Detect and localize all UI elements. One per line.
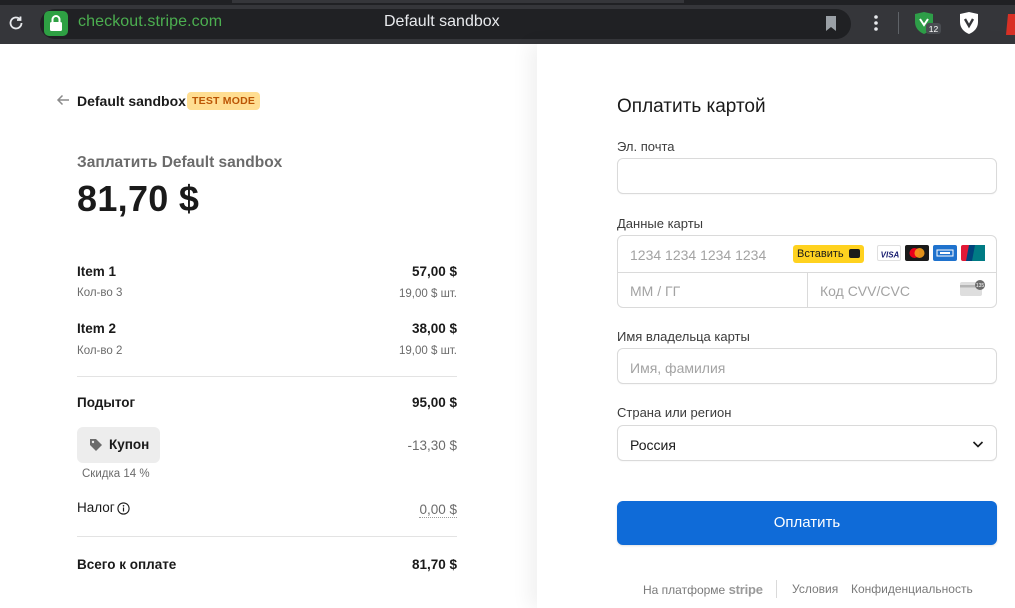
cvc-field[interactable]: Код CVV/CVC (820, 283, 910, 299)
email-field[interactable] (617, 158, 997, 194)
coupon-value: -13,30 $ (407, 438, 457, 453)
powered-by-label: На платформе (643, 583, 726, 597)
cvc-card-icon: 135 (960, 280, 985, 296)
stripe-logo: stripe (728, 582, 763, 597)
red-extension-icon[interactable] (999, 13, 1015, 35)
test-mode-badge: TEST MODE (187, 92, 261, 110)
tab-strip (0, 0, 1015, 5)
card-label: Данные карты (617, 216, 704, 231)
info-icon[interactable] (117, 502, 130, 515)
cardholder-placeholder: Имя, фамилия (630, 360, 726, 376)
line-item-unit-price: 19,00 $ шт. (399, 288, 457, 300)
active-tab-highlight (232, 0, 684, 3)
shield-v-extension-icon[interactable] (957, 11, 981, 35)
cardholder-label: Имя владельца карты (617, 329, 750, 344)
subtotal-label: Подытог (77, 395, 136, 410)
subtotal-value: 95,00 $ (411, 395, 457, 410)
more-menu-icon[interactable] (871, 14, 881, 32)
country-value: Россия (630, 437, 676, 453)
cardholder-name-field[interactable]: Имя, фамилия (617, 348, 997, 384)
mastercard-icon (905, 245, 929, 261)
visa-text: VISA (881, 251, 900, 260)
card-number-field[interactable]: 1234 1234 1234 1234 (630, 247, 766, 263)
lock-icon[interactable] (44, 11, 68, 36)
card-divider (807, 272, 808, 308)
reload-icon[interactable] (7, 14, 25, 32)
tax-label: Налог (77, 500, 115, 515)
amex-icon (933, 245, 957, 261)
card-paste-icon (849, 249, 860, 258)
page-title-text: Default sandbox (384, 13, 500, 30)
expiry-field[interactable]: ММ / ГГ (630, 283, 680, 299)
line-item-name: Item 2 (77, 321, 117, 336)
footer-separator (776, 580, 777, 598)
line-item-quantity: Кол-во 2 (77, 345, 123, 357)
total-amount: 81,70 $ (77, 178, 200, 219)
cvc-icon-text: 135 (976, 283, 985, 289)
bookmark-icon[interactable] (824, 15, 838, 32)
terms-link[interactable]: Условия (792, 582, 838, 596)
email-label: Эл. почта (617, 139, 675, 154)
card-details-group: 1234 1234 1234 1234 Вставить VISA ММ / Г… (617, 235, 997, 308)
country-select[interactable]: Россия (617, 425, 997, 461)
line-item-quantity: Кол-во 3 (77, 287, 123, 299)
merchant-name[interactable]: Default sandbox (77, 93, 186, 109)
powered-by[interactable]: На платформе stripe (643, 582, 763, 597)
url-text[interactable]: checkout.stripe.com (78, 13, 222, 31)
shield-extension-icon[interactable]: 12 (913, 11, 941, 35)
total-value: 81,70 $ (411, 557, 457, 572)
line-item-price: 38,00 $ (411, 321, 457, 336)
line-item-name: Item 1 (77, 264, 117, 279)
browser-toolbar: checkout.stripe.com Default sandbox 12 (0, 0, 1015, 44)
total-label: Всего к оплате (77, 557, 177, 572)
coupon-label: Купон (109, 437, 150, 452)
chevron-down-icon (972, 441, 984, 448)
country-label: Страна или регион (617, 405, 732, 420)
form-title: Оплатить картой (617, 96, 766, 117)
extension-badge: 12 (929, 24, 939, 34)
discount-note: Скидка 14 % (82, 468, 150, 480)
summary-divider (77, 536, 457, 537)
back-arrow-icon[interactable] (56, 93, 70, 107)
paste-card-button[interactable]: Вставить (793, 245, 864, 263)
privacy-link[interactable]: Конфиденциальность (851, 582, 973, 596)
paste-button-label: Вставить (797, 248, 844, 260)
line-item-unit-price: 19,00 $ шт. (399, 345, 457, 357)
tax-value: 0,00 $ (419, 502, 457, 518)
tag-icon (90, 439, 102, 451)
toolbar-separator (898, 12, 899, 34)
unionpay-icon (961, 245, 985, 261)
coupon-chip[interactable]: Купон (77, 427, 160, 463)
pay-button[interactable]: Оплатить (617, 501, 997, 545)
visa-icon: VISA (877, 245, 901, 261)
pay-to-label: Заплатить Default sandbox (77, 154, 283, 171)
summary-divider (77, 376, 457, 377)
line-item-price: 57,00 $ (411, 264, 457, 279)
